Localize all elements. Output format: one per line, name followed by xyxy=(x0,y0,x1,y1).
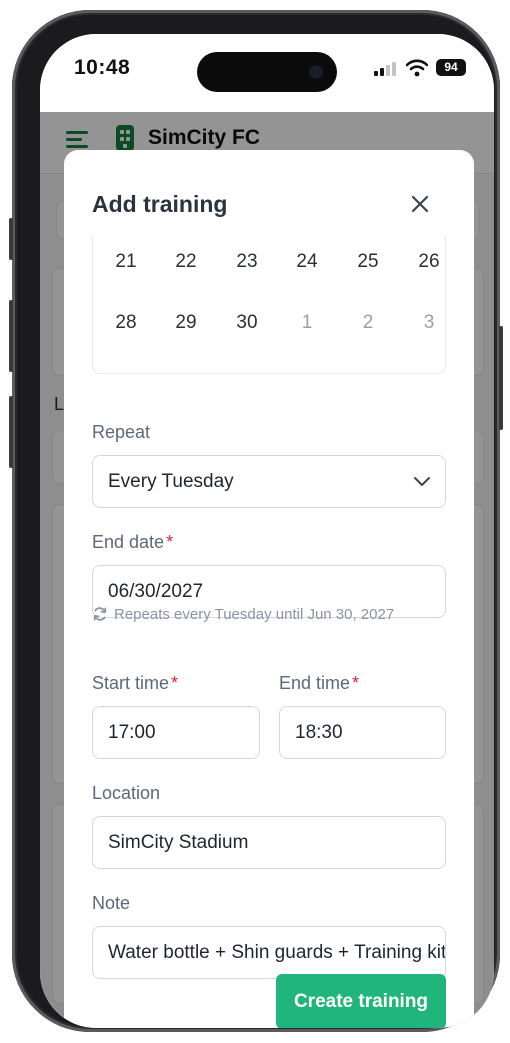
camera-icon xyxy=(309,65,323,79)
calendar-day[interactable]: 26 xyxy=(404,251,454,273)
calendar-day[interactable]: 28 xyxy=(101,312,151,334)
repeat-icon xyxy=(93,607,107,621)
location-input[interactable]: SimCity Stadium xyxy=(92,816,446,869)
chevron-down-icon xyxy=(414,477,430,486)
modal-title: Add training xyxy=(92,191,228,217)
start-time-input[interactable]: 17:00 xyxy=(92,706,260,759)
calendar-day[interactable]: 29 xyxy=(161,312,211,334)
status-time: 10:48 xyxy=(74,56,131,79)
screen: 10:48 94 SimCity FC L Add training 21 22… xyxy=(40,34,494,1028)
close-button[interactable] xyxy=(406,190,434,218)
end-time-input[interactable]: 18:30 xyxy=(279,706,446,759)
repeat-label: Repeat xyxy=(92,422,151,442)
phone-frame: 10:48 94 SimCity FC L Add training 21 22… xyxy=(9,10,503,1032)
calendar-day[interactable]: 24 xyxy=(282,251,332,273)
date-picker-calendar: 21 22 23 24 25 26 28 29 30 1 2 3 xyxy=(92,236,446,374)
mute-switch xyxy=(9,218,13,260)
calendar-day[interactable]: 21 xyxy=(101,251,151,273)
calendar-day[interactable]: 23 xyxy=(222,251,272,273)
close-icon xyxy=(411,195,429,213)
start-time-label: Start time * xyxy=(92,673,179,693)
calendar-week-row: 21 22 23 24 25 26 xyxy=(93,251,447,281)
required-marker: * xyxy=(171,673,179,693)
volume-up-button xyxy=(9,300,13,372)
volume-down-button xyxy=(9,396,13,468)
add-training-modal: Add training 21 22 23 24 25 26 28 29 30 … xyxy=(64,150,474,1028)
create-training-button[interactable]: Create training xyxy=(276,974,446,1028)
repeat-summary-hint: Repeats every Tuesday until Jun 30, 2027 xyxy=(92,606,394,623)
calendar-day-next-month[interactable]: 1 xyxy=(282,312,332,334)
battery-icon: 94 xyxy=(436,59,466,76)
calendar-day-next-month[interactable]: 2 xyxy=(343,312,393,334)
end-date-label: End date * xyxy=(92,532,174,552)
dynamic-island xyxy=(197,52,337,92)
calendar-week-row: 28 29 30 1 2 3 xyxy=(93,312,447,342)
required-marker: * xyxy=(352,673,360,693)
repeat-select-value: Every Tuesday xyxy=(108,471,234,492)
repeat-select[interactable]: Every Tuesday xyxy=(92,455,446,508)
calendar-day[interactable]: 30 xyxy=(222,312,272,334)
status-bar: 10:48 94 xyxy=(40,34,494,112)
note-label: Note xyxy=(92,893,131,913)
note-input[interactable]: Water bottle + Shin guards + Training ki… xyxy=(92,926,446,979)
required-marker: * xyxy=(166,532,174,552)
power-button xyxy=(499,326,503,430)
calendar-day[interactable]: 25 xyxy=(343,251,393,273)
calendar-day[interactable]: 22 xyxy=(161,251,211,273)
location-label: Location xyxy=(92,783,161,803)
signal-icon xyxy=(374,62,398,76)
end-time-label: End time * xyxy=(279,673,360,693)
wifi-icon xyxy=(405,59,429,77)
calendar-day-next-month[interactable]: 3 xyxy=(404,312,454,334)
